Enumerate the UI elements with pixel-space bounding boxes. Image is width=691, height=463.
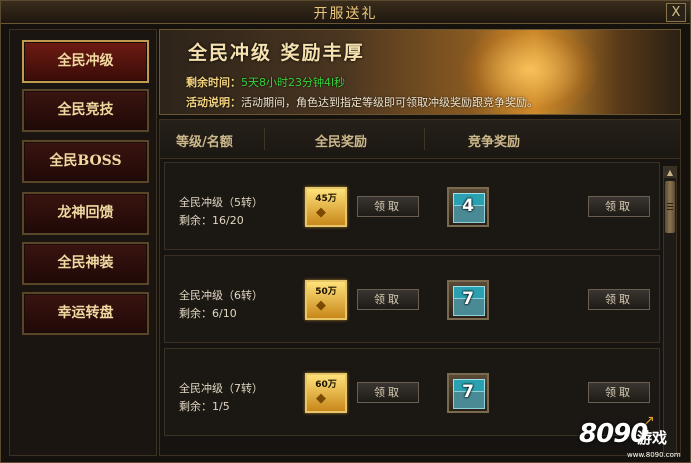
grip-line: [667, 203, 673, 204]
event-banner: 全民冲级 奖励丰厚 剩余时间：5天8小时23分钟4l秒 活动说明：活动期间，角色…: [159, 29, 681, 115]
claim-all-reward-button[interactable]: 领取: [357, 382, 419, 403]
claim-competition-reward-button[interactable]: 领取: [588, 196, 650, 217]
gold-amount: 60万: [315, 380, 337, 390]
time-remaining-row: 剩余时间：5天8小时23分钟4l秒: [186, 74, 345, 90]
ingot-icon: ◆: [316, 391, 326, 406]
grip-line: [667, 206, 673, 207]
table-header: 等级/名额 全民奖励 竞争奖励: [160, 120, 680, 159]
claim-competition-reward-button[interactable]: 领取: [588, 382, 650, 403]
banner-title: 全民冲级 奖励丰厚: [188, 42, 365, 64]
time-label: 剩余时间：: [186, 76, 241, 89]
sidebar-item-boss[interactable]: 全民BOSS: [22, 140, 149, 183]
row-level-name: 全民冲级（6转）: [179, 289, 263, 302]
row-remaining: 剩余：1/5: [179, 400, 230, 413]
sidebar-item-arena[interactable]: 全民竞技: [22, 89, 149, 132]
table-row: 全民冲级（5转） 剩余：16/20 45万 ◆ 领取 4 领取: [164, 162, 660, 250]
description-row: 活动说明：活动期间，角色达到指定等级即可领取冲级奖励跟竞争奖励。: [186, 94, 538, 110]
chest-number: 7: [462, 289, 474, 309]
gold-ingot-icon[interactable]: 60万 ◆: [305, 373, 347, 413]
header-all-reward: 全民奖励: [315, 135, 368, 150]
claim-all-reward-button[interactable]: 领取: [357, 196, 419, 217]
sidebar: 全民冲级 全民竞技 全民BOSS 龙神回馈 全民神装 幸运转盘: [9, 29, 157, 456]
table-row: 全民冲级（6转） 剩余：6/10 50万 ◆ 领取 7 领取: [164, 255, 660, 343]
treasure-chest-icon[interactable]: 7: [447, 373, 489, 413]
treasure-chest-icon[interactable]: 4: [447, 187, 489, 227]
title-bar: 开服送礼 X: [1, 1, 690, 24]
scroll-up-arrow-icon[interactable]: ▲: [664, 167, 676, 178]
gold-ingot-icon[interactable]: 50万 ◆: [305, 280, 347, 320]
header-level: 等级/名额: [176, 135, 233, 150]
treasure-chest-icon[interactable]: 7: [447, 280, 489, 320]
watermark-zh: 游戏: [637, 429, 668, 447]
claim-competition-reward-button[interactable]: 领取: [588, 289, 650, 310]
grip-line: [667, 209, 673, 210]
sidebar-item-lucky-wheel[interactable]: 幸运转盘: [22, 292, 149, 335]
chest-number: 4: [462, 196, 474, 216]
gift-window: 开服送礼 X 全民冲级 全民竞技 全民BOSS 龙神回馈 全民神装 幸运转盘 全…: [0, 0, 691, 463]
description-text: 活动期间，角色达到指定等级即可领取冲级奖励跟竞争奖励。: [241, 96, 538, 109]
sidebar-item-equipment[interactable]: 全民神装: [22, 242, 149, 285]
reward-list: 全民冲级（5转） 剩余：16/20 45万 ◆ 领取 4 领取 全民冲级（6转）…: [164, 162, 660, 452]
row-remaining: 剩余：6/10: [179, 307, 237, 320]
header-competition-reward: 竞争奖励: [468, 135, 521, 150]
list-scrollbar[interactable]: ▲: [663, 166, 677, 454]
reward-panel: 等级/名额 全民奖励 竞争奖励 全民冲级（5转） 剩余：16/20 45万 ◆ …: [159, 119, 681, 456]
watermark-url: www.8090.com: [627, 451, 681, 459]
ingot-icon: ◆: [316, 205, 326, 220]
chest-number: 7: [462, 382, 474, 402]
header-divider: [424, 128, 425, 150]
row-level-name: 全民冲级（5转）: [179, 196, 263, 209]
claim-all-reward-button[interactable]: 领取: [357, 289, 419, 310]
scrollbar-thumb[interactable]: [665, 181, 675, 233]
site-watermark: ↗ 8090 游戏 www.8090.com: [579, 413, 687, 459]
sidebar-item-dragon-feedback[interactable]: 龙神回馈: [22, 192, 149, 235]
gold-amount: 45万: [315, 194, 337, 204]
ingot-icon: ◆: [316, 298, 326, 313]
gold-amount: 50万: [315, 287, 337, 297]
row-level-name: 全民冲级（7转）: [179, 382, 263, 395]
description-label: 活动说明：: [186, 96, 241, 109]
gold-ingot-icon[interactable]: 45万 ◆: [305, 187, 347, 227]
countdown-value: 5天8小时23分钟4l秒: [241, 76, 346, 89]
close-button[interactable]: X: [666, 3, 686, 22]
sidebar-item-level-rush[interactable]: 全民冲级: [22, 40, 149, 83]
window-title: 开服送礼: [313, 6, 378, 22]
row-remaining: 剩余：16/20: [179, 214, 244, 227]
header-divider: [264, 128, 265, 150]
